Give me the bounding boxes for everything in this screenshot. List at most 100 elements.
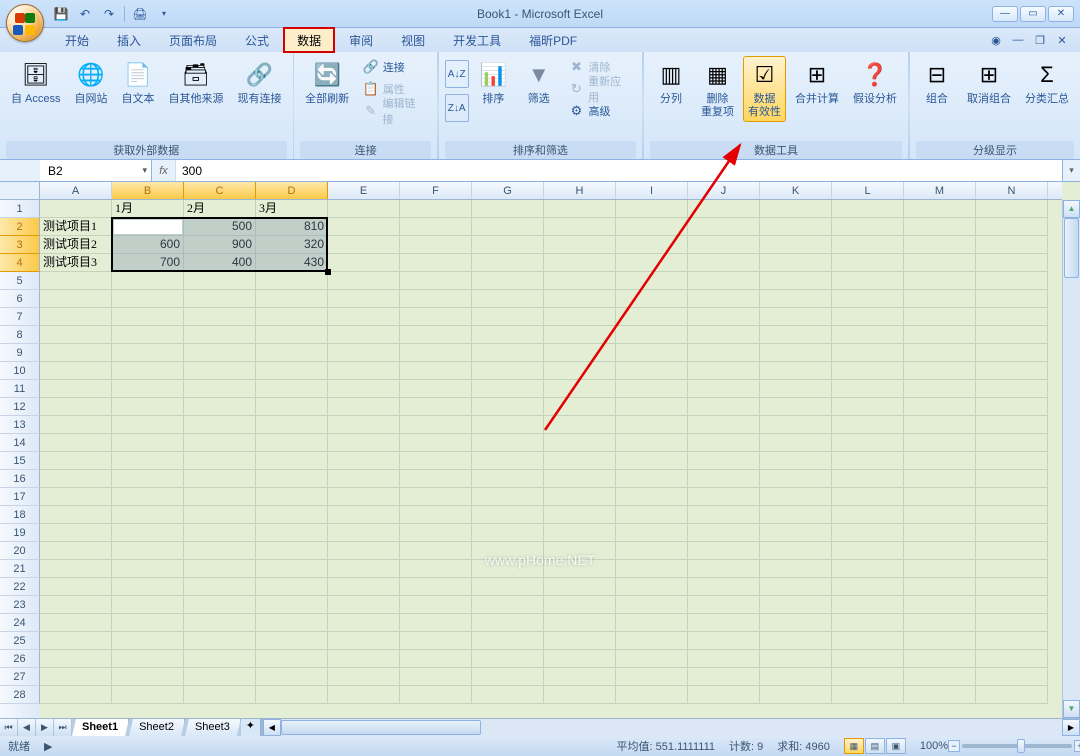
cell-A4[interactable]: 测试项目3 (40, 254, 112, 272)
cell-J14[interactable] (688, 434, 760, 452)
cell-N12[interactable] (976, 398, 1048, 416)
cell-M9[interactable] (904, 344, 976, 362)
zoom-slider-handle[interactable] (1017, 739, 1025, 753)
row-header-24[interactable]: 24 (0, 614, 40, 632)
cell-C20[interactable] (184, 542, 256, 560)
cell-G2[interactable] (472, 218, 544, 236)
cell-C24[interactable] (184, 614, 256, 632)
cell-J1[interactable] (688, 200, 760, 218)
cell-H4[interactable] (544, 254, 616, 272)
tab-foxit-pdf[interactable]: 福昕PDF (516, 28, 590, 52)
cell-J7[interactable] (688, 308, 760, 326)
cell-H28[interactable] (544, 686, 616, 704)
cell-K15[interactable] (760, 452, 832, 470)
cell-L18[interactable] (832, 506, 904, 524)
cell-N1[interactable] (976, 200, 1048, 218)
scroll-right-button[interactable]: ▶ (1062, 719, 1080, 736)
cell-E3[interactable] (328, 236, 400, 254)
cell-N24[interactable] (976, 614, 1048, 632)
cell-F21[interactable] (400, 560, 472, 578)
cell-N25[interactable] (976, 632, 1048, 650)
cell-C10[interactable] (184, 362, 256, 380)
cell-M4[interactable] (904, 254, 976, 272)
cell-N9[interactable] (976, 344, 1048, 362)
cell-I13[interactable] (616, 416, 688, 434)
cell-G1[interactable] (472, 200, 544, 218)
cell-D15[interactable] (256, 452, 328, 470)
hscroll-thumb[interactable] (281, 720, 481, 735)
cell-A10[interactable] (40, 362, 112, 380)
row-header-17[interactable]: 17 (0, 488, 40, 506)
col-header-D[interactable]: D (256, 182, 328, 199)
cell-N10[interactable] (976, 362, 1048, 380)
cell-M23[interactable] (904, 596, 976, 614)
cell-I5[interactable] (616, 272, 688, 290)
cell-L8[interactable] (832, 326, 904, 344)
cell-A9[interactable] (40, 344, 112, 362)
cell-D6[interactable] (256, 290, 328, 308)
subtotal-button[interactable]: Σ分类汇总 (1020, 56, 1074, 109)
cell-D4[interactable]: 430 (256, 254, 328, 272)
row-header-16[interactable]: 16 (0, 470, 40, 488)
cell-D23[interactable] (256, 596, 328, 614)
save-icon[interactable]: 💾 (52, 5, 70, 23)
cell-C9[interactable] (184, 344, 256, 362)
cell-F9[interactable] (400, 344, 472, 362)
cell-J8[interactable] (688, 326, 760, 344)
cell-G28[interactable] (472, 686, 544, 704)
cell-M19[interactable] (904, 524, 976, 542)
cell-K24[interactable] (760, 614, 832, 632)
cell-C26[interactable] (184, 650, 256, 668)
formula-expand-icon[interactable]: ▾ (1062, 160, 1080, 181)
cell-J18[interactable] (688, 506, 760, 524)
cell-K12[interactable] (760, 398, 832, 416)
cell-C27[interactable] (184, 668, 256, 686)
maximize-button[interactable]: ▭ (1020, 6, 1046, 22)
cell-D7[interactable] (256, 308, 328, 326)
from-other-sources-button[interactable]: 🗃自其他来源 (164, 56, 229, 109)
cell-N20[interactable] (976, 542, 1048, 560)
cell-E18[interactable] (328, 506, 400, 524)
cell-I15[interactable] (616, 452, 688, 470)
cell-D14[interactable] (256, 434, 328, 452)
cell-E24[interactable] (328, 614, 400, 632)
cell-F5[interactable] (400, 272, 472, 290)
cell-N8[interactable] (976, 326, 1048, 344)
cell-B25[interactable] (112, 632, 184, 650)
cell-H2[interactable] (544, 218, 616, 236)
cell-B4[interactable]: 700 (112, 254, 184, 272)
sheet-nav-last[interactable]: ⏭ (54, 719, 72, 736)
cell-M1[interactable] (904, 200, 976, 218)
cell-L13[interactable] (832, 416, 904, 434)
doc-minimize-icon[interactable]: — (1010, 32, 1026, 48)
cell-L28[interactable] (832, 686, 904, 704)
cell-L26[interactable] (832, 650, 904, 668)
cell-I16[interactable] (616, 470, 688, 488)
cell-E26[interactable] (328, 650, 400, 668)
cell-F11[interactable] (400, 380, 472, 398)
vscroll-thumb[interactable] (1064, 218, 1079, 278)
cell-N11[interactable] (976, 380, 1048, 398)
cell-K26[interactable] (760, 650, 832, 668)
cell-C11[interactable] (184, 380, 256, 398)
cell-L27[interactable] (832, 668, 904, 686)
cell-E17[interactable] (328, 488, 400, 506)
cell-A5[interactable] (40, 272, 112, 290)
cell-M12[interactable] (904, 398, 976, 416)
cell-I22[interactable] (616, 578, 688, 596)
row-header-7[interactable]: 7 (0, 308, 40, 326)
cell-J15[interactable] (688, 452, 760, 470)
cell-B17[interactable] (112, 488, 184, 506)
cell-B15[interactable] (112, 452, 184, 470)
connections-button[interactable]: 🔗连接 (358, 56, 431, 78)
cell-L20[interactable] (832, 542, 904, 560)
cell-G6[interactable] (472, 290, 544, 308)
cell-L11[interactable] (832, 380, 904, 398)
cell-F1[interactable] (400, 200, 472, 218)
cell-K6[interactable] (760, 290, 832, 308)
cell-J2[interactable] (688, 218, 760, 236)
cell-L15[interactable] (832, 452, 904, 470)
tab-view[interactable]: 视图 (388, 28, 438, 52)
cell-N2[interactable] (976, 218, 1048, 236)
cell-K22[interactable] (760, 578, 832, 596)
